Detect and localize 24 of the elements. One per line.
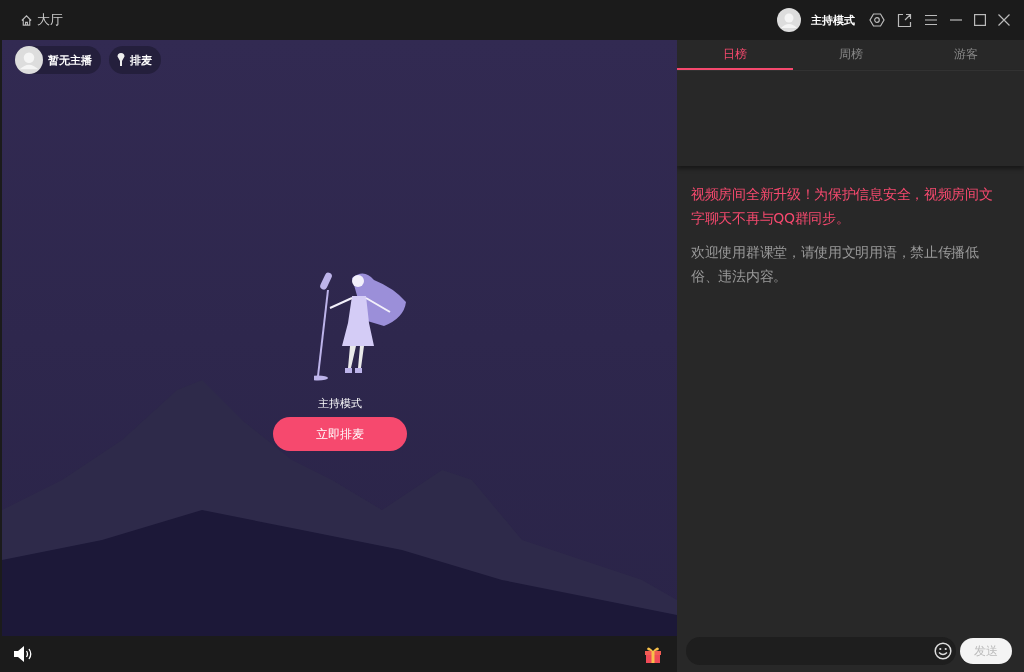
home-icon [20,13,33,27]
avatar-icon[interactable] [777,8,801,32]
microphone-icon [117,53,125,67]
maximize-icon[interactable] [974,14,986,26]
mode-label: 主持模式 [811,12,855,28]
gift-icon[interactable] [644,645,662,663]
mode-caption: 主持模式 [317,396,362,411]
host-badge[interactable]: 暂无主播 [15,46,101,74]
home-button[interactable]: 大厅 [20,11,63,29]
chat-input-field[interactable] [686,637,956,665]
menu-icon[interactable] [924,14,938,26]
ranking-tab[interactable]: 周榜 [792,40,909,70]
ranking-tab[interactable]: 游客 [908,40,1024,70]
emoji-icon[interactable] [934,642,952,660]
avatar-icon [15,46,43,74]
host-label: 暂无主播 [48,52,92,68]
chat-message: 欢迎使用群课堂，请使用文明用语，禁止传播低俗、违法内容。 [691,243,980,286]
pop-out-icon[interactable] [897,12,912,28]
close-icon[interactable] [998,14,1010,26]
join-queue-button[interactable]: 立即排麦 [272,417,407,451]
speaker-icon[interactable] [14,646,33,662]
settings-icon[interactable] [869,12,885,28]
chat-message: 视频房间全新升级！为保护信息安全，视频房间文字聊天不再与QQ群同步。 [691,185,994,228]
queue-button[interactable]: 排麦 [109,46,161,74]
